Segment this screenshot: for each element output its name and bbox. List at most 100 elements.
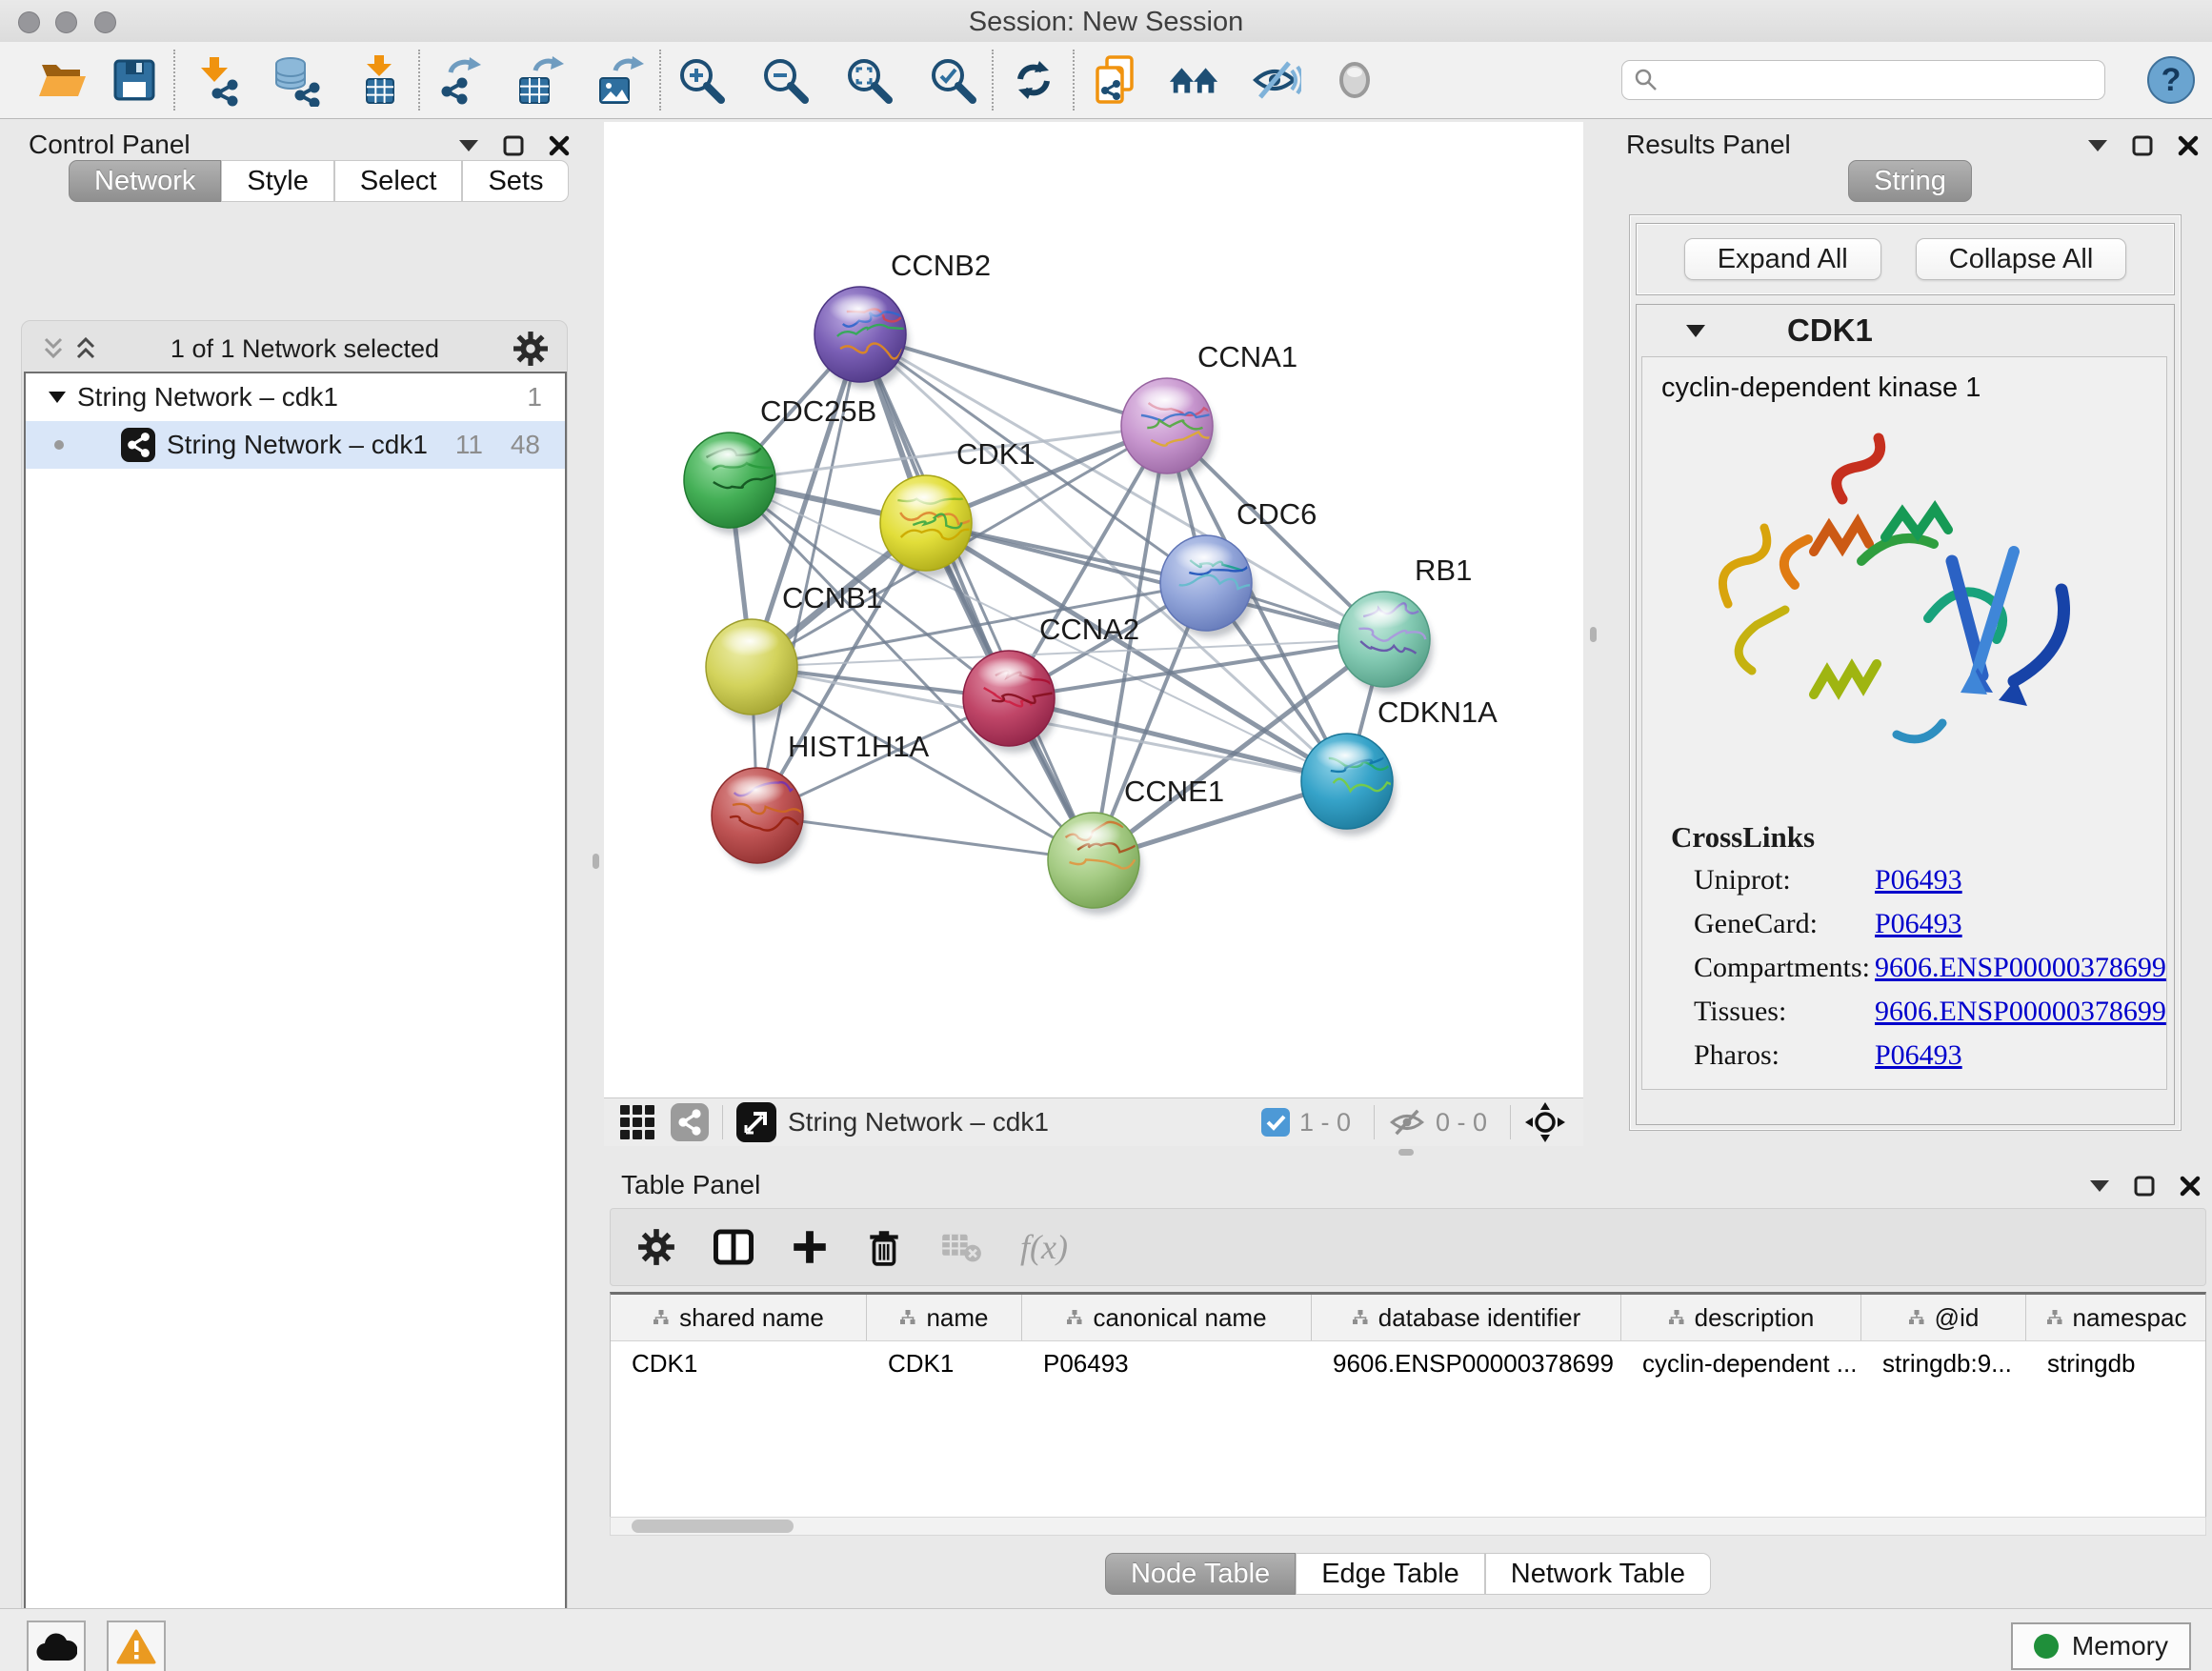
- network-node-CCNB2[interactable]: CCNB2: [814, 249, 991, 389]
- collapse-all-icon[interactable]: [42, 336, 65, 361]
- network-view-share-button[interactable]: [671, 1103, 709, 1141]
- column-header-shared-name[interactable]: shared name: [611, 1295, 867, 1340]
- collapse-panel-icon[interactable]: [459, 140, 478, 151]
- close-panel-icon[interactable]: [2178, 135, 2199, 156]
- export-table-button[interactable]: [513, 50, 568, 110]
- hidden-elements-button[interactable]: [1388, 1106, 1426, 1138]
- column-header-database-identifier[interactable]: database identifier: [1312, 1295, 1621, 1340]
- column-header-description[interactable]: description: [1621, 1295, 1861, 1340]
- tree-expander-icon[interactable]: [49, 392, 66, 403]
- column-header-canonical-name[interactable]: canonical name: [1022, 1295, 1312, 1340]
- fit-selected-button[interactable]: [1524, 1101, 1566, 1143]
- cloud-status-button[interactable]: [27, 1621, 86, 1671]
- zoom-out-button[interactable]: [757, 50, 813, 110]
- show-hide-button[interactable]: [1247, 50, 1302, 110]
- import-network-from-database-button[interactable]: [268, 50, 323, 110]
- birdseye-view-button[interactable]: [619, 1104, 655, 1140]
- tab-style[interactable]: Style: [221, 160, 333, 202]
- network-edge-HIST1H1A-CCNE1[interactable]: [757, 815, 1094, 860]
- column-header-name[interactable]: name: [867, 1295, 1022, 1340]
- table-horizontal-scrollbar[interactable]: [610, 1517, 2206, 1536]
- gene-section-header[interactable]: CDK1: [1637, 305, 2174, 356]
- export-image-button[interactable]: [593, 50, 648, 110]
- node-table[interactable]: shared namenamecanonical namedatabase id…: [610, 1292, 2206, 1536]
- collapse-panel-icon[interactable]: [2090, 1180, 2109, 1192]
- tab-network[interactable]: Network: [69, 160, 221, 202]
- float-panel-icon[interactable]: [2132, 135, 2153, 156]
- collapse-panel-icon[interactable]: [2088, 140, 2107, 151]
- crosslink-link[interactable]: P06493: [1875, 864, 1962, 896]
- zoom-in-button[interactable]: [674, 50, 729, 110]
- zoom-fit-button[interactable]: [841, 50, 896, 110]
- table-row[interactable]: CDK1CDK1P064939606.ENSP00000378699cyclin…: [611, 1341, 2205, 1385]
- expand-all-button[interactable]: Expand All: [1684, 238, 1881, 280]
- search-input[interactable]: [1621, 60, 2105, 100]
- network-edge-CCNB2-CCNE1[interactable]: [860, 334, 1094, 860]
- tab-sets[interactable]: Sets: [462, 160, 569, 202]
- crosslink-link[interactable]: P06493: [1875, 1039, 1962, 1072]
- float-panel-icon[interactable]: [503, 135, 524, 156]
- crosslink-link[interactable]: 9606.ENSP00000378699: [1875, 952, 2166, 984]
- clone-network-button[interactable]: [1087, 50, 1142, 110]
- section-expander-icon[interactable]: [1686, 325, 1705, 337]
- column-header--id[interactable]: @id: [1861, 1295, 2026, 1340]
- zoom-selected-button[interactable]: [925, 50, 980, 110]
- node-label-CDC25B: CDC25B: [760, 394, 876, 428]
- help-button[interactable]: ?: [2143, 50, 2199, 110]
- scrollbar-thumb[interactable]: [632, 1520, 794, 1533]
- network-collection-row[interactable]: String Network – cdk1 1: [26, 373, 565, 421]
- function-builder-label[interactable]: f(x): [1020, 1227, 1068, 1267]
- export-table-icon: [513, 53, 568, 107]
- expand-all-icon[interactable]: [74, 336, 97, 361]
- annotation-orb-button[interactable]: [1327, 50, 1382, 110]
- import-table-button[interactable]: [352, 50, 407, 110]
- column-header-namespac[interactable]: namespac: [2026, 1295, 2206, 1340]
- export-view-button[interactable]: [736, 1102, 776, 1142]
- tab-string[interactable]: String: [1848, 160, 1972, 202]
- crosslinks-title: CrossLinks: [1671, 820, 1815, 855]
- tab-node-table[interactable]: Node Table: [1105, 1553, 1296, 1595]
- show-columns-icon[interactable]: [714, 1228, 754, 1266]
- left-splitter-handle[interactable]: [593, 854, 599, 869]
- expand-collapse-box: Expand All Collapse All: [1636, 223, 2175, 295]
- string-results-box: Expand All Collapse All CDK1 cyclin-depe…: [1629, 214, 2182, 1131]
- network-node-RB1[interactable]: RB1: [1338, 554, 1472, 694]
- tab-network-table[interactable]: Network Table: [1485, 1553, 1711, 1595]
- memory-button[interactable]: Memory: [2011, 1622, 2191, 1670]
- right-splitter-handle[interactable]: [1590, 627, 1597, 642]
- import-network-button[interactable]: [188, 50, 243, 110]
- separator: [1510, 1105, 1511, 1139]
- selected-checkbox[interactable]: [1261, 1108, 1290, 1137]
- delete-column-icon[interactable]: [866, 1227, 902, 1267]
- float-panel-icon[interactable]: [2134, 1176, 2155, 1197]
- network-node-CCNA1[interactable]: CCNA1: [1121, 340, 1297, 480]
- network-node-CCNE1[interactable]: CCNE1: [1048, 775, 1224, 915]
- horizontal-splitter-handle[interactable]: [1398, 1149, 1414, 1156]
- network-row[interactable]: String Network – cdk1 11 48: [26, 421, 565, 469]
- crosslink-row: Uniprot:P06493: [1642, 864, 2166, 908]
- export-network-button[interactable]: [432, 50, 488, 110]
- network-canvas[interactable]: CCNB2CCNA1CDC25BCDK1CDC6RB1CCNB1CCNA2CDK…: [604, 122, 1583, 1097]
- crosslink-link[interactable]: 9606.ENSP00000378699: [1875, 996, 2166, 1028]
- double-house-icon: [1167, 53, 1222, 107]
- crosslink-link[interactable]: P06493: [1875, 908, 1962, 940]
- network-node-CCNB1[interactable]: CCNB1: [706, 581, 882, 721]
- open-session-button[interactable]: [34, 50, 90, 110]
- warning-status-button[interactable]: [107, 1621, 166, 1671]
- tab-edge-table[interactable]: Edge Table: [1296, 1553, 1485, 1595]
- network-node-HIST1H1A[interactable]: HIST1H1A: [712, 730, 929, 870]
- search-container: [1621, 60, 2105, 100]
- table-options-gear-icon[interactable]: [637, 1228, 675, 1266]
- add-column-icon[interactable]: [792, 1229, 828, 1265]
- close-panel-icon[interactable]: [2180, 1176, 2201, 1197]
- save-session-button[interactable]: [107, 50, 162, 110]
- update-network-button[interactable]: [1006, 50, 1061, 110]
- network-options-gear-icon[interactable]: [513, 331, 549, 367]
- collapse-all-button[interactable]: Collapse All: [1916, 238, 2127, 280]
- close-panel-icon[interactable]: [549, 135, 570, 156]
- tab-select[interactable]: Select: [334, 160, 463, 202]
- separator: [722, 1105, 723, 1139]
- checkbox-checked-icon: [1261, 1108, 1290, 1137]
- string-home-button[interactable]: [1167, 50, 1222, 110]
- network-node-CDKN1A[interactable]: CDKN1A: [1301, 695, 1498, 836]
